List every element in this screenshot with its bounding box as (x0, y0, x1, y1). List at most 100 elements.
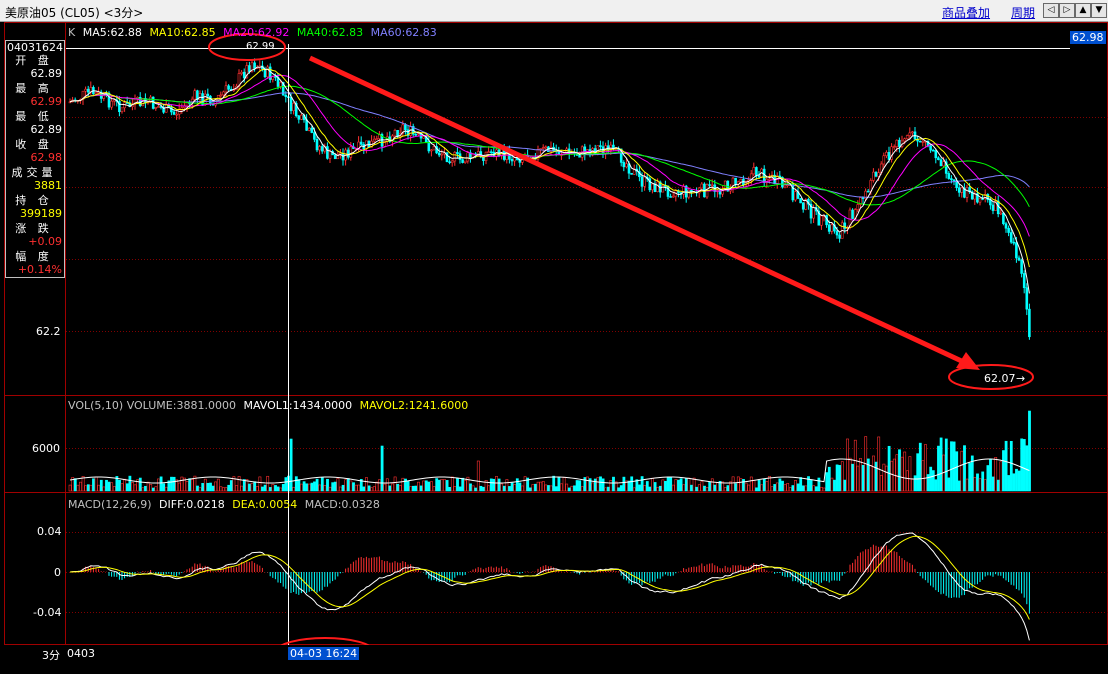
volume-bar (391, 483, 394, 492)
volume-bar (804, 485, 808, 492)
candle-body (905, 135, 909, 140)
candle-body (921, 141, 925, 143)
candle-body (903, 138, 906, 142)
volume-bar (905, 470, 909, 492)
volume-bar (799, 477, 803, 492)
volume-bar (172, 476, 176, 492)
volume-bar (547, 485, 550, 492)
volume-bar (825, 472, 829, 492)
legend-ma5: MA5:62.88 (82, 26, 142, 39)
candle-body (422, 136, 425, 139)
volume-bar (131, 482, 134, 492)
volume-bar (479, 485, 483, 492)
volume-bar (996, 479, 1000, 492)
candle-body (164, 104, 168, 113)
candle-body (375, 138, 379, 140)
volume-bar (378, 479, 381, 492)
volume-bar (357, 484, 361, 492)
candle-body (266, 66, 269, 78)
nav-right-button[interactable]: ▷ (1059, 3, 1075, 18)
volume-bar (149, 484, 153, 492)
volume-bar (110, 482, 114, 492)
volume-bar (224, 487, 228, 492)
volume-bar (253, 481, 257, 492)
volume-bar (913, 475, 917, 492)
chart-frame (4, 22, 1108, 645)
volume-bar (630, 476, 634, 492)
window-titlebar: 美原油05 (CL05) <3分> 商品叠加 周期 ◁ ▷ ▲ ▼ (0, 0, 1108, 22)
candle-body (1022, 273, 1026, 289)
info-value: +0.09 (28, 235, 62, 248)
info-box: 04031624 开 盘 62.89 最 高 62.99 最 低 62.89 收 盘 62.9… (5, 40, 65, 278)
candle-body (885, 152, 888, 157)
candle-body (827, 224, 831, 232)
overlay-commodity-link[interactable]: 商品叠加 (942, 4, 990, 21)
candle-body (799, 198, 802, 204)
volume-bar (690, 484, 693, 492)
ma60-line (69, 92, 1030, 198)
volume-bar (229, 480, 233, 492)
zoom-in-button[interactable]: ▲ (1075, 3, 1091, 18)
volume-bar (900, 456, 904, 492)
volume-bar (112, 486, 116, 492)
volume-bar (289, 438, 293, 492)
candle-body (1025, 287, 1029, 310)
volume-bar (770, 486, 774, 492)
volume-bar (934, 479, 938, 492)
candle-body (830, 224, 834, 232)
volume-bar (638, 484, 641, 492)
volume-bar (833, 479, 836, 492)
dea-line (69, 535, 1030, 620)
chart-canvas[interactable] (0, 22, 1108, 645)
volume-bar (882, 463, 886, 492)
volume-bar (989, 458, 992, 492)
candle-body (710, 184, 714, 187)
info-label: 最 高 (15, 82, 53, 95)
volume-bar (411, 485, 415, 492)
volume-bar (216, 478, 220, 492)
volume-bar (705, 486, 709, 492)
volume-bar (266, 475, 270, 492)
candle-body (892, 146, 896, 148)
volume-legend-mavol1: MAVOL1:1434.0000 (243, 399, 353, 412)
volume-bar (375, 481, 379, 492)
volume-bar (398, 485, 402, 492)
volume-bar (687, 477, 691, 492)
volume-bar (1028, 410, 1031, 492)
volume-bar (991, 476, 995, 492)
volume-bar (320, 477, 324, 492)
candle-body (768, 178, 771, 181)
macd-axis-label-zero: 0 (54, 566, 61, 579)
candle-body (874, 171, 878, 177)
volume-bar (578, 480, 582, 492)
volume-bar (261, 486, 264, 492)
volume-bar (469, 483, 472, 492)
nav-left-button[interactable]: ◁ (1043, 3, 1059, 18)
candle-body (908, 132, 912, 136)
volume-bar (401, 477, 405, 492)
candle-body (866, 190, 870, 193)
volume-bar (198, 487, 202, 492)
volume-bar (661, 479, 665, 492)
candle-body (661, 185, 665, 193)
candle-body (461, 159, 464, 163)
volume-bar (877, 436, 881, 492)
volume-bar (924, 444, 927, 492)
candle-body (86, 88, 90, 93)
volume-bar (427, 481, 431, 492)
volume-bar (567, 487, 571, 492)
volume-bar (656, 486, 660, 492)
volume-bar (981, 471, 985, 492)
volume-bar (508, 486, 511, 492)
candle-body (206, 93, 210, 97)
volume-bar (921, 460, 925, 492)
period-link[interactable]: 周期 (1011, 4, 1035, 21)
volume-bar (214, 481, 218, 492)
candle-body (783, 184, 787, 188)
zoom-out-button[interactable]: ▼ (1091, 3, 1107, 18)
volume-bar (557, 477, 561, 492)
volume-bar (591, 482, 595, 492)
volume-bar (211, 485, 215, 492)
info-value: 62.99 (30, 95, 63, 108)
volume-bar (796, 483, 800, 492)
